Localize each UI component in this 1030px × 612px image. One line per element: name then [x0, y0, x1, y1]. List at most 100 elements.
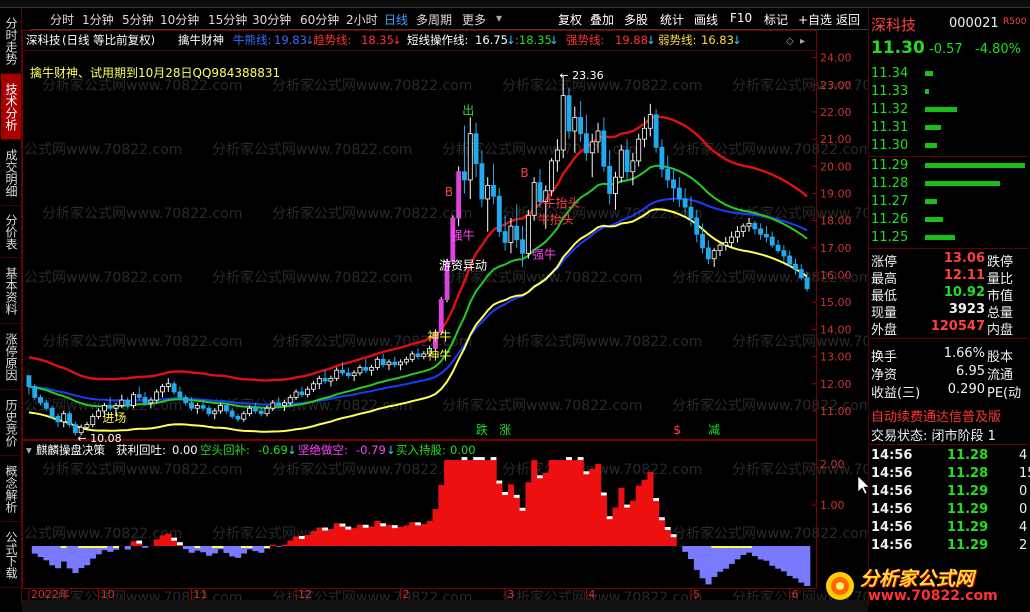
candle-body: [32, 386, 38, 398]
period-tab[interactable]: 分时: [50, 11, 74, 28]
stat-value: 10.92: [943, 285, 985, 300]
candle-body: [729, 236, 735, 243]
watermark-text: 分析家公式网www.70822.com: [42, 461, 242, 478]
nav-tab[interactable]: 概念解析: [1, 456, 21, 522]
toolbar-button[interactable]: F10: [730, 11, 752, 25]
candle-body: [67, 413, 72, 425]
candle-body: [61, 413, 67, 423]
period-tab[interactable]: 更多: [462, 11, 486, 28]
toolbar-button[interactable]: 标记: [764, 11, 788, 28]
histogram-bar-negative: [78, 546, 85, 569]
period-tab[interactable]: 多周期: [416, 11, 452, 28]
nav-tab[interactable]: 历史竞价: [1, 390, 21, 456]
period-toolbar: 分时 1分钟 5分钟 10分钟 15分钟 30分钟 60分钟 2小时 日线 多周期 更多 ▾ 复权 叠加多…: [30, 8, 868, 30]
tick-price: 11.29: [947, 502, 989, 517]
histogram-bar-positive: [577, 460, 584, 546]
histogram-bar-positive: [560, 460, 567, 546]
nav-tab[interactable]: 基本资料: [1, 258, 21, 324]
histogram-bar-positive: [566, 460, 573, 546]
candle-body: [374, 358, 380, 368]
histogram-bar-negative: [705, 546, 712, 585]
period-tab[interactable]: 日线: [384, 11, 408, 28]
histogram-bar-negative: [188, 546, 195, 553]
candle-body: [694, 217, 700, 235]
y-tick-label: 20.00: [820, 160, 852, 173]
toolbar-button[interactable]: +自选: [798, 11, 832, 28]
signal-annotation: 牛抬头: [538, 211, 574, 226]
candle-body: [578, 116, 584, 135]
period-tab[interactable]: 60分钟: [300, 11, 339, 28]
period-tab[interactable]: 2小时: [346, 11, 378, 28]
histogram-bar-negative: [722, 546, 729, 569]
candle-body: [131, 394, 136, 406]
chart-scrollbar[interactable]: [22, 600, 868, 612]
candle-body: [473, 133, 479, 165]
ask-volume-bar: [925, 143, 937, 148]
histogram-bar-negative: [84, 546, 91, 566]
histogram-bar-positive: [374, 520, 381, 546]
candle-body: [618, 149, 624, 178]
histogram-bar-negative: [142, 546, 149, 548]
candle-body: [752, 223, 758, 230]
toolbar-button[interactable]: 多股: [624, 11, 648, 28]
histogram-cap: [95, 546, 102, 548]
rp-change: -0.57: [929, 42, 963, 57]
period-tab[interactable]: 15分钟: [208, 11, 247, 28]
candle-body: [264, 407, 270, 415]
histogram-bar-positive: [281, 544, 288, 546]
candle-body: [206, 407, 212, 415]
stat-value: 13.06: [943, 251, 985, 266]
chart-area[interactable]: 分析家公式网www.70822.com 分析家公式网www.70822.com 分析…: [22, 30, 868, 600]
candle-body: [113, 405, 119, 409]
histogram-bar-negative: [49, 546, 56, 566]
candle-body: [781, 250, 787, 257]
histogram-bar-negative: [182, 546, 189, 550]
candle-body: [589, 141, 595, 154]
histogram-cap: [176, 542, 183, 546]
book-divider: [869, 156, 1029, 157]
candle-body: [462, 171, 467, 181]
candle-body: [740, 225, 746, 232]
nav-tab[interactable]: 分时走势: [1, 8, 21, 74]
toolbar-button[interactable]: 返回: [836, 11, 860, 28]
signal-annotation: 神牛: [427, 328, 451, 343]
tick-price: 11.29: [947, 520, 989, 535]
sub-indicator-text: -0.79: [356, 443, 386, 457]
histogram-bar-negative: [786, 546, 793, 576]
histogram-cap: [113, 546, 119, 548]
histogram-bar-negative: [72, 546, 79, 574]
more-arrow-icon[interactable]: ▾: [496, 11, 502, 25]
toolbar-button[interactable]: 统计: [660, 11, 684, 28]
stat-label: 股本: [987, 350, 1014, 365]
histogram-bar-negative: [798, 546, 805, 583]
diamond-icon[interactable]: ◇: [786, 36, 794, 47]
period-tab[interactable]: 30分钟: [252, 11, 291, 28]
scale-icon[interactable]: ▸: [800, 36, 805, 47]
candle-body: [90, 416, 96, 425]
period-tab[interactable]: 10分钟: [160, 11, 199, 28]
histogram-bar-positive: [327, 529, 335, 546]
signal-annotation: B: [520, 166, 528, 180]
candle-body: [107, 405, 113, 409]
toolbar-button[interactable]: 叠加: [590, 11, 614, 28]
histogram-bar-positive: [432, 509, 439, 546]
promo-marquee[interactable]: 自动续费通达信普及版: [871, 406, 1001, 425]
histogram-cap: [362, 524, 369, 528]
toolbar-button[interactable]: 画线: [694, 11, 718, 28]
bid-price: 11.29: [871, 158, 909, 173]
nav-tab[interactable]: 分价表: [1, 206, 21, 258]
tick-price: 11.29: [947, 484, 989, 499]
period-tab[interactable]: 1分钟: [82, 11, 114, 28]
sub-y-label: 2.00: [820, 458, 845, 471]
nav-tab[interactable]: 公式下载: [1, 522, 21, 588]
tick-time: 14:56: [871, 466, 913, 481]
toolbar-button[interactable]: 复权: [558, 11, 582, 28]
tick-time: 14:56: [871, 484, 913, 499]
nav-tab[interactable]: 技术分析: [1, 74, 21, 140]
y-tick-label: 11.00: [820, 405, 852, 418]
period-tab[interactable]: 5分钟: [122, 11, 154, 28]
nav-tab[interactable]: 成交明细: [1, 140, 21, 206]
nav-tab[interactable]: 涨停原因: [1, 324, 21, 390]
histogram-bar-positive: [571, 460, 579, 546]
candle-body: [160, 386, 165, 393]
